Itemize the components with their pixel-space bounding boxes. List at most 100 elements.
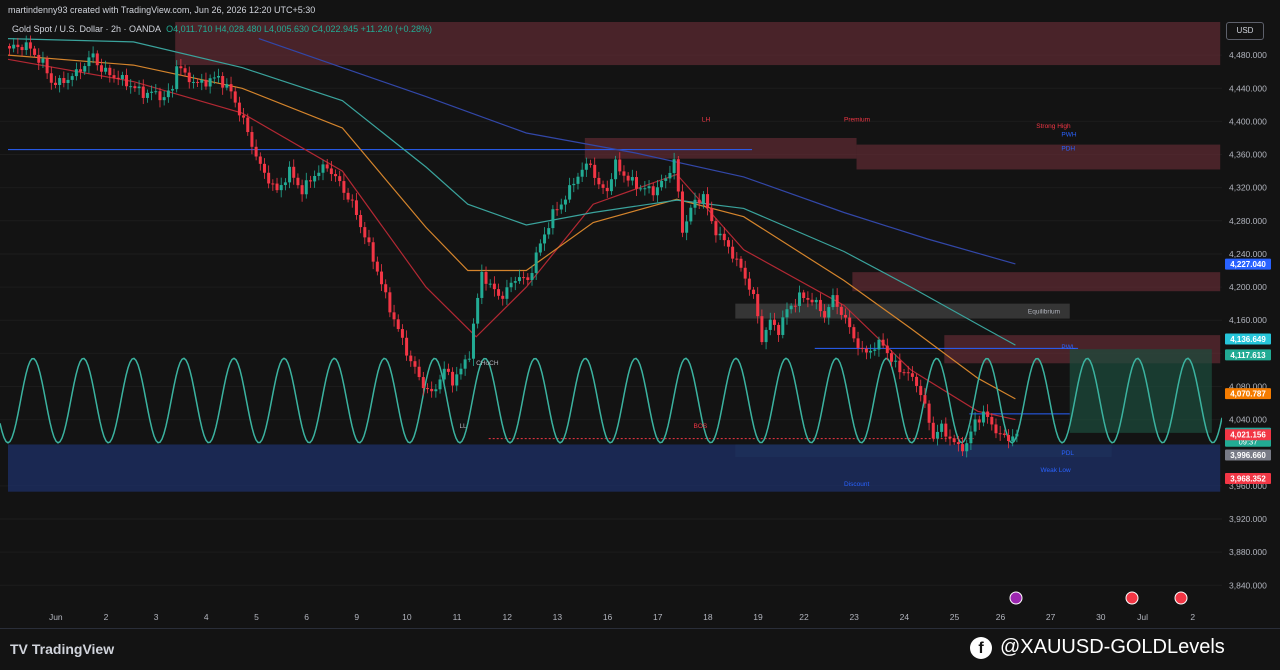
candle-body	[325, 164, 329, 169]
x-tick-label: 27	[1046, 612, 1056, 622]
candle-body	[618, 159, 622, 172]
candle-body	[986, 411, 990, 417]
candle-body	[739, 258, 743, 268]
candle-body	[622, 171, 626, 176]
candle-body	[961, 444, 965, 452]
candle-body	[844, 314, 847, 318]
y-tick-label: 4,160.000	[1229, 315, 1267, 325]
candle-body	[584, 163, 588, 170]
candle-body	[137, 86, 141, 89]
candle-body	[338, 176, 342, 182]
candle-body	[864, 348, 868, 353]
candle-body	[802, 292, 806, 299]
candle-body	[375, 261, 379, 272]
candle-body	[120, 74, 124, 79]
candle-body	[350, 199, 354, 201]
x-tick-label: 22	[799, 612, 809, 622]
candle-body	[935, 431, 939, 439]
candle-body	[839, 306, 843, 315]
candle-body	[672, 159, 676, 173]
candle-body	[367, 237, 371, 243]
candle-body	[271, 183, 275, 185]
candle-body	[396, 319, 400, 330]
candle-body	[973, 419, 977, 432]
x-tick-label: 16	[603, 612, 613, 622]
candle-body	[392, 312, 396, 320]
candle-body	[300, 185, 304, 195]
candle-body	[680, 191, 684, 233]
candle-body	[793, 305, 797, 307]
candle-body	[204, 79, 208, 87]
candle-body	[112, 75, 116, 78]
watermark-text: @XAUUSD-GOLDLevels	[1000, 636, 1225, 658]
candle-body	[869, 350, 873, 353]
price-label: 4,021.156	[1230, 431, 1266, 440]
price-label: 4,227.040	[1230, 260, 1266, 269]
y-tick-label: 4,440.000	[1229, 83, 1267, 93]
candle-body	[191, 81, 195, 83]
currency-button[interactable]: USD	[1226, 22, 1264, 40]
candle-body	[643, 188, 647, 190]
candle-body	[95, 53, 99, 66]
candle-body	[931, 422, 935, 439]
candle-body	[630, 177, 634, 181]
candle-body	[898, 360, 902, 373]
candle-body	[726, 240, 730, 247]
chart-annotation: Strong High	[1036, 123, 1071, 130]
resistance-zone	[856, 144, 1221, 170]
candle-body	[555, 209, 559, 211]
candle-body	[41, 58, 45, 63]
price-chart[interactable]: Premium Equilibrium Discount LH LL BOS CHoCH PW…	[0, 0, 1280, 628]
y-tick-label: 4,200.000	[1229, 282, 1267, 292]
candle-body	[28, 42, 32, 49]
chart-annotation: Equilibrium	[1028, 309, 1060, 316]
candle-body	[906, 372, 910, 374]
candle-body	[497, 289, 501, 296]
candle-body	[651, 186, 655, 196]
candle-body	[171, 89, 175, 91]
candle-body	[647, 186, 651, 189]
candle-body	[593, 164, 597, 178]
candle-body	[104, 67, 108, 72]
candle-body	[154, 91, 158, 93]
candle-body	[221, 76, 225, 88]
candle-body	[363, 227, 367, 238]
x-tick-label: 10	[402, 612, 412, 622]
candle-body	[676, 159, 680, 192]
candle-body	[262, 163, 266, 173]
resistance-zone	[852, 272, 1221, 292]
candle-body	[1011, 436, 1015, 442]
y-tick-label: 3,880.000	[1229, 547, 1267, 557]
candle-body	[756, 294, 760, 317]
candle-body	[8, 46, 11, 49]
candle-body	[944, 423, 948, 437]
candle-body	[718, 233, 722, 236]
chart-annotation: PDH	[1061, 145, 1075, 152]
candle-body	[108, 67, 112, 76]
candle-body	[317, 172, 321, 176]
candle-body	[413, 361, 417, 367]
candle-body	[505, 287, 509, 299]
x-tick-label: Jun	[49, 612, 63, 622]
y-tick-label: 4,040.000	[1229, 415, 1267, 425]
candle-body	[735, 258, 739, 260]
candle-body	[217, 76, 220, 78]
x-tick-label: 13	[553, 612, 563, 622]
candle-body	[66, 79, 70, 84]
tradingview-logo[interactable]: TV TradingView	[10, 641, 114, 657]
candle-body	[313, 175, 317, 182]
candle-body	[877, 339, 881, 350]
x-tick-label: Jul	[1137, 612, 1148, 622]
candle-body	[24, 42, 28, 51]
chart-annotation: PWH	[1061, 131, 1076, 138]
chart-annotation: Discount	[844, 481, 869, 488]
candle-body	[948, 436, 952, 439]
candle-body	[346, 192, 350, 200]
candle-body	[426, 388, 429, 390]
candle-body	[141, 86, 145, 98]
candle-body	[292, 166, 296, 178]
chart-annotation: CHoCH	[476, 360, 499, 367]
price-label: 4,070.787	[1230, 390, 1266, 399]
candle-body	[179, 66, 183, 69]
candle-body	[91, 53, 95, 58]
